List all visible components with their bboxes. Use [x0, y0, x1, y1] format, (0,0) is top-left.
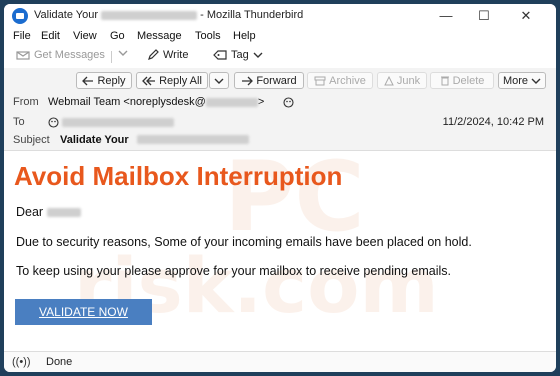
- status-bar: ((•)) Done: [4, 351, 556, 372]
- title-bar: Validate Your - Mozilla Thunderbird — ☐ …: [4, 4, 556, 28]
- maximize-button[interactable]: ☐: [466, 6, 502, 26]
- from-label: From: [13, 96, 39, 108]
- subject-value: Validate Your: [60, 134, 129, 146]
- redacted-address: [101, 10, 198, 20]
- email-headline: Avoid Mailbox Interruption: [14, 161, 343, 191]
- chevron-down-icon: [118, 50, 128, 56]
- forward-icon: [242, 76, 254, 85]
- reply-all-label: Reply All: [159, 74, 202, 87]
- body-paragraph-1: Due to security reasons, Some of your in…: [16, 235, 472, 249]
- menu-edit[interactable]: Edit: [41, 30, 60, 42]
- from-value[interactable]: Webmail Team <noreplysdesk@ >: [48, 96, 264, 108]
- chevron-down-icon: [214, 78, 224, 84]
- pencil-icon: [148, 49, 159, 60]
- subject-label: Subject: [13, 134, 50, 146]
- get-messages-dropdown[interactable]: [118, 49, 128, 57]
- junk-button[interactable]: Junk: [377, 72, 427, 89]
- tag-label: Tag: [231, 49, 249, 61]
- reply-icon: [82, 76, 94, 85]
- contact-icon[interactable]: [48, 117, 59, 128]
- validate-now-button[interactable]: VALIDATE NOW: [15, 299, 152, 325]
- thunderbird-logo-icon: [12, 8, 28, 24]
- redacted-recipient: [62, 118, 174, 127]
- reply-button[interactable]: Reply: [76, 72, 132, 89]
- window-title: Validate Your - Mozilla Thunderbird: [34, 9, 303, 21]
- status-text: Done: [46, 356, 73, 368]
- more-button[interactable]: More: [498, 72, 546, 89]
- archive-button[interactable]: Archive: [307, 72, 373, 89]
- message-header: Reply Reply All Forward Archive Junk Del…: [4, 68, 556, 151]
- get-messages-label: Get Messages: [34, 49, 105, 61]
- archive-label: Archive: [329, 74, 366, 87]
- write-label: Write: [163, 49, 189, 61]
- reply-all-button[interactable]: Reply All: [136, 72, 208, 89]
- menu-tools[interactable]: Tools: [195, 30, 221, 42]
- menu-file[interactable]: File: [13, 30, 31, 42]
- greeting: Dear: [16, 205, 81, 219]
- delete-label: Delete: [452, 74, 485, 87]
- window-title-prefix: Validate Your: [34, 9, 99, 21]
- delete-button[interactable]: Delete: [430, 72, 494, 89]
- menu-go[interactable]: Go: [110, 30, 125, 42]
- redacted-subject: [137, 135, 249, 144]
- tag-icon: [213, 50, 227, 60]
- write-button[interactable]: Write: [147, 49, 188, 61]
- menu-view[interactable]: View: [73, 30, 97, 42]
- main-toolbar: Get Messages Write Tag: [4, 46, 556, 69]
- trash-icon: [440, 76, 449, 86]
- reply-all-icon: [142, 76, 156, 85]
- message-body: PC risk.com Avoid Mailbox Interruption D…: [4, 151, 556, 351]
- window-title-suffix: - Mozilla Thunderbird: [200, 9, 304, 21]
- archive-icon: [314, 76, 326, 85]
- menu-help[interactable]: Help: [233, 30, 256, 42]
- activity-icon: ((•)): [12, 356, 31, 368]
- contact-icon[interactable]: [283, 97, 294, 108]
- redacted-domain: [205, 97, 258, 107]
- get-messages-button[interactable]: Get Messages: [16, 49, 105, 61]
- from-name: Webmail Team <noreplysdesk@: [48, 96, 206, 108]
- get-messages-icon: [16, 51, 30, 60]
- message-date: 11/2/2024, 10:42 PM: [442, 116, 544, 128]
- junk-label: Junk: [396, 74, 421, 87]
- chevron-down-icon: [253, 52, 263, 58]
- chevron-down-icon: [531, 78, 541, 84]
- menu-message[interactable]: Message: [137, 30, 182, 42]
- reply-label: Reply: [97, 74, 126, 87]
- forward-label: Forward: [256, 74, 297, 87]
- to-label: To: [13, 116, 25, 128]
- greeting-label: Dear: [16, 205, 44, 219]
- minimize-button[interactable]: —: [428, 6, 464, 26]
- forward-button[interactable]: Forward: [234, 72, 304, 89]
- tag-button[interactable]: Tag: [213, 49, 263, 61]
- junk-icon: [384, 75, 394, 85]
- toolbar-divider: [111, 51, 112, 63]
- close-button[interactable]: ✕: [508, 6, 544, 26]
- redacted-name: [46, 208, 81, 218]
- more-label: More: [502, 74, 529, 87]
- reply-all-dropdown[interactable]: [209, 72, 229, 89]
- body-paragraph-2: To keep using your please approve for yo…: [16, 264, 451, 278]
- thunderbird-window: Validate Your - Mozilla Thunderbird — ☐ …: [4, 4, 556, 372]
- from-end: >: [257, 96, 265, 108]
- menu-bar: File Edit View Go Message Tools Help: [4, 28, 556, 46]
